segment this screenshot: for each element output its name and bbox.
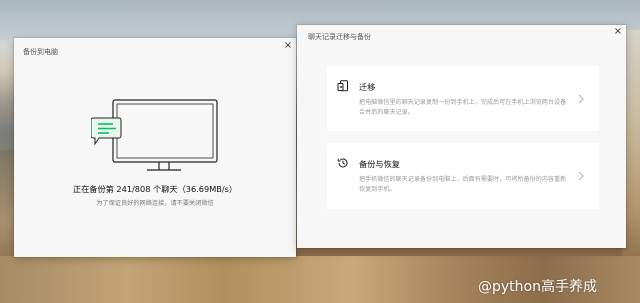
phone-transfer-icon — [337, 80, 348, 92]
backup-restore-option-description: 把手机微信的聊天记录备份到电脑上，后面有需要时，可将所备份的内容重新恢复到手机。 — [359, 176, 567, 193]
migration-window-title: 聊天记录迁移与备份 — [308, 33, 371, 41]
backup-to-pc-window: 备份到电脑 × 正在备份第 241/808 个聊天（36.69MB/s） 为了保… — [14, 38, 296, 257]
chevron-right-icon — [578, 94, 584, 104]
backup-progress-text: 正在备份第 241/808 个聊天（36.69MB/s） — [72, 184, 238, 194]
migration-window-close-button[interactable]: × — [613, 27, 623, 37]
migrate-option-description: 把电脑微信里的聊天记录复制一份到手机上，完成后可在手机上浏览两台设备合并后的聊天… — [359, 99, 567, 116]
chat-migration-window: 聊天记录迁移与备份 × 迁移 把电脑微信里的聊天记录复制一份到手机上，完成后可在… — [297, 25, 626, 248]
backup-hint-text: 为了保证良好的网络连接，请不要关闭微信 — [96, 200, 214, 207]
backup-window-title: 备份到电脑 — [23, 48, 58, 56]
backup-window-close-button[interactable]: × — [283, 41, 293, 51]
chevron-right-icon — [578, 171, 584, 181]
migrate-option-card[interactable]: 迁移 把电脑微信里的聊天记录复制一份到手机上，完成后可在手机上浏览两台设备合并后… — [327, 66, 599, 131]
backup-restore-option-title: 备份与恢复 — [359, 159, 400, 169]
backup-restore-option-card[interactable]: 备份与恢复 把手机微信的聊天记录备份到电脑上，后面有需要时，可将所备份的内容重新… — [327, 143, 599, 209]
migrate-option-title: 迁移 — [359, 82, 376, 92]
watermark-text: @python高手养成 — [478, 279, 597, 295]
history-clock-icon — [337, 158, 348, 168]
